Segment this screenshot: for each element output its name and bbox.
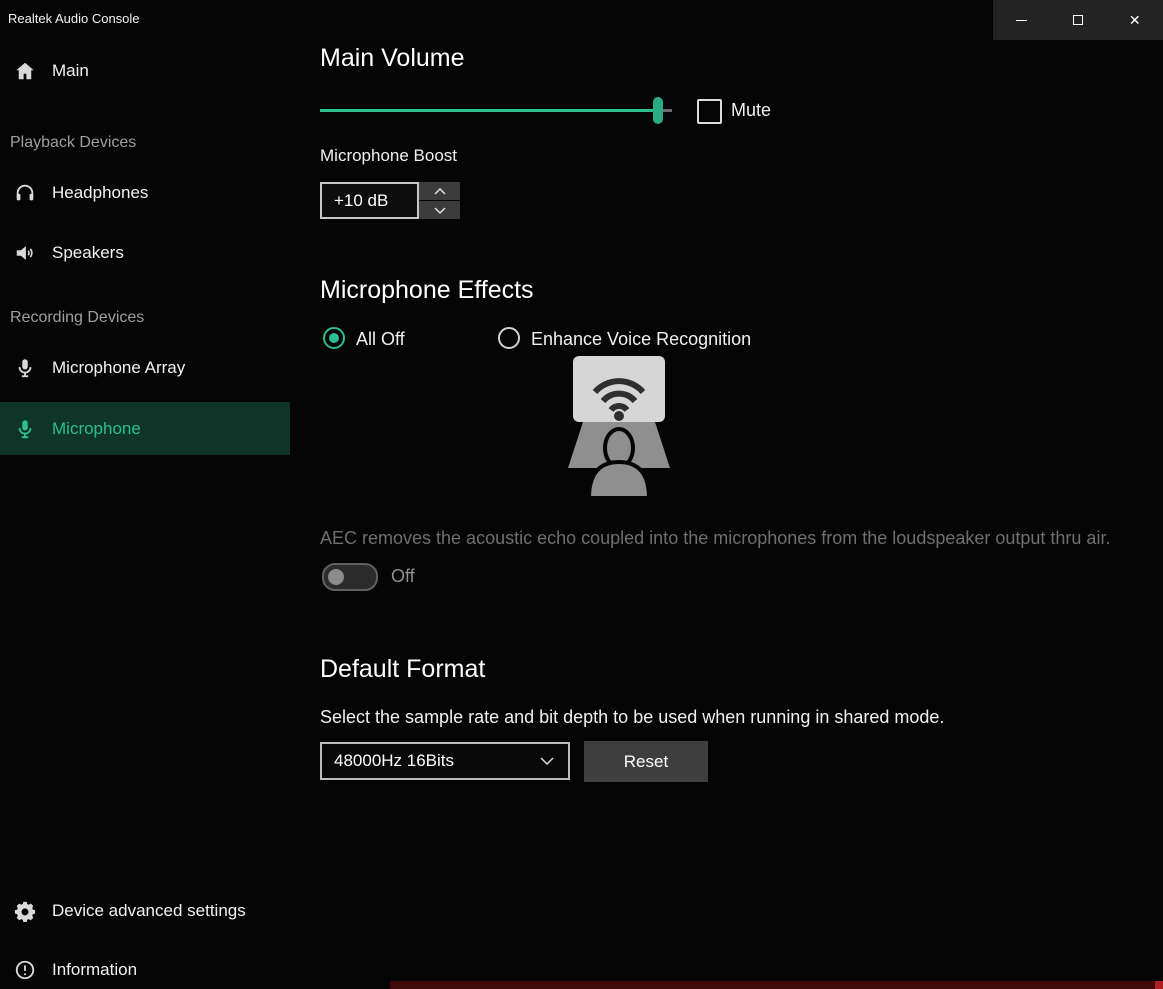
- sidebar-item-information[interactable]: Information: [0, 944, 290, 989]
- maximize-button[interactable]: [1050, 0, 1107, 40]
- recording-devices-header: Recording Devices: [10, 309, 145, 326]
- enhance-voice-recognition-radio[interactable]: [498, 327, 520, 349]
- aec-toggle[interactable]: [322, 563, 378, 591]
- sidebar-item-label: Microphone: [52, 418, 141, 438]
- sidebar-item-speakers[interactable]: Speakers: [0, 227, 290, 279]
- realtek-audio-console-window: Realtek Audio Console ✕ Main Playback De…: [0, 0, 1163, 989]
- volume-slider-fill: [320, 109, 658, 112]
- sidebar-item-main[interactable]: Main: [0, 45, 290, 97]
- sample-rate-dropdown[interactable]: 48000Hz 16Bits: [320, 742, 570, 780]
- mute-checkbox[interactable]: [697, 99, 722, 124]
- sidebar-item-label: Speakers: [52, 243, 124, 262]
- aec-description: AEC removes the acoustic echo coupled in…: [320, 528, 1111, 548]
- aec-illustration: [552, 356, 688, 500]
- close-icon: ✕: [1128, 12, 1141, 28]
- minimize-button[interactable]: [993, 0, 1050, 40]
- window-controls: ✕: [993, 0, 1163, 40]
- minimize-icon: [1015, 19, 1027, 21]
- microphone-icon: [14, 418, 36, 440]
- sample-rate-value: 48000Hz 16Bits: [334, 751, 455, 770]
- home-icon: [14, 60, 36, 82]
- microphone-icon: [14, 357, 36, 379]
- main-volume-slider[interactable]: [320, 97, 672, 124]
- enhance-voice-recognition-label: Enhance Voice Recognition: [531, 329, 752, 349]
- default-format-description: Select the sample rate and bit depth to …: [320, 707, 945, 727]
- sidebar-item-headphones[interactable]: Headphones: [0, 167, 290, 219]
- sidebar-item-label: Device advanced settings: [52, 901, 246, 920]
- sidebar-item-label: Microphone Array: [52, 358, 186, 377]
- chevron-up-icon: [434, 187, 445, 194]
- boost-increase-button[interactable]: [419, 182, 460, 200]
- sidebar-item-device-advanced-settings[interactable]: Device advanced settings: [0, 885, 290, 937]
- background-window-corner: [1155, 981, 1163, 989]
- sidebar-item-microphone[interactable]: Microphone: [0, 402, 290, 455]
- reset-button[interactable]: Reset: [584, 741, 708, 782]
- maximize-icon: [1073, 15, 1083, 25]
- all-off-label: All Off: [356, 329, 405, 349]
- headphones-icon: [14, 182, 36, 204]
- speaker-icon: [14, 242, 36, 264]
- boost-decrease-button[interactable]: [419, 201, 460, 219]
- volume-slider-thumb[interactable]: [652, 97, 663, 124]
- sidebar-item-label: Headphones: [52, 183, 149, 202]
- chevron-down-icon: [540, 757, 554, 765]
- main-volume-title: Main Volume: [320, 44, 465, 72]
- background-window-strip: [390, 981, 1155, 989]
- sidebar-item-label: Information: [52, 960, 138, 979]
- info-icon: [14, 959, 36, 981]
- microphone-boost-value[interactable]: +10 dB: [320, 182, 419, 219]
- default-format-title: Default Format: [320, 655, 486, 683]
- aec-toggle-label: Off: [391, 566, 415, 586]
- playback-devices-header: Playback Devices: [10, 134, 137, 151]
- sidebar-item-microphone-array[interactable]: Microphone Array: [0, 342, 290, 394]
- chevron-down-icon: [434, 207, 445, 214]
- aec-toggle-knob: [328, 569, 344, 585]
- sidebar-item-label: Main: [52, 61, 89, 80]
- all-off-radio[interactable]: [323, 327, 345, 349]
- gear-icon: [14, 900, 36, 922]
- mute-label: Mute: [731, 100, 772, 120]
- close-button[interactable]: ✕: [1106, 0, 1163, 40]
- window-title: Realtek Audio Console: [8, 11, 140, 26]
- microphone-boost-label: Microphone Boost: [320, 146, 458, 165]
- microphone-effects-title: Microphone Effects: [320, 276, 534, 304]
- microphone-boost-spinner: +10 dB: [320, 182, 460, 219]
